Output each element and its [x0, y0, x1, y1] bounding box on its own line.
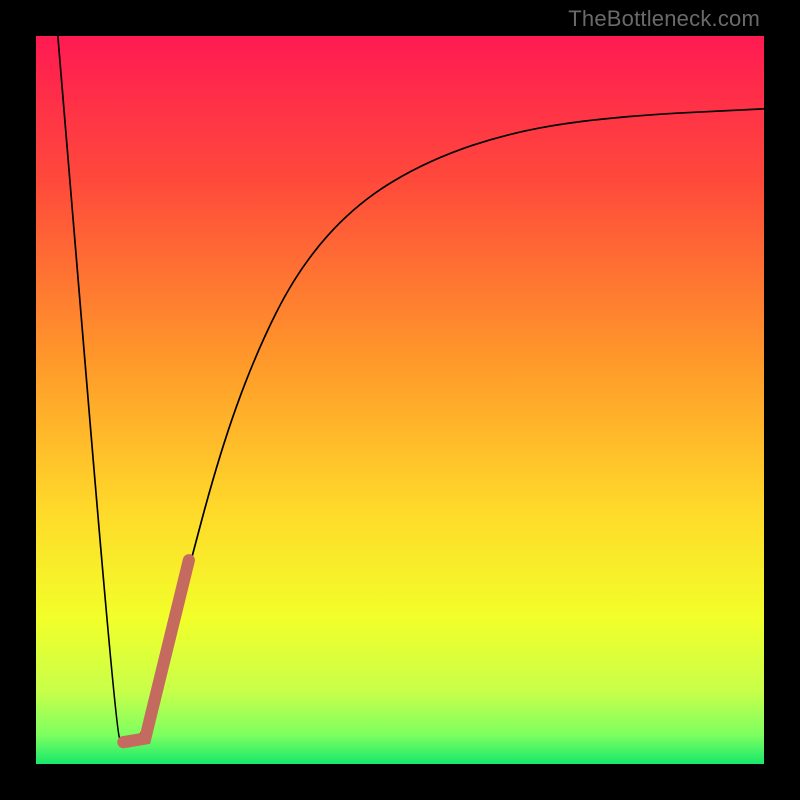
plot-area — [36, 36, 764, 764]
chart-frame: TheBottleneck.com — [0, 0, 800, 800]
curves-layer — [36, 36, 764, 764]
bottleneck-curve — [58, 36, 764, 742]
highlight-segment — [123, 560, 189, 742]
watermark-text: TheBottleneck.com — [568, 6, 760, 32]
